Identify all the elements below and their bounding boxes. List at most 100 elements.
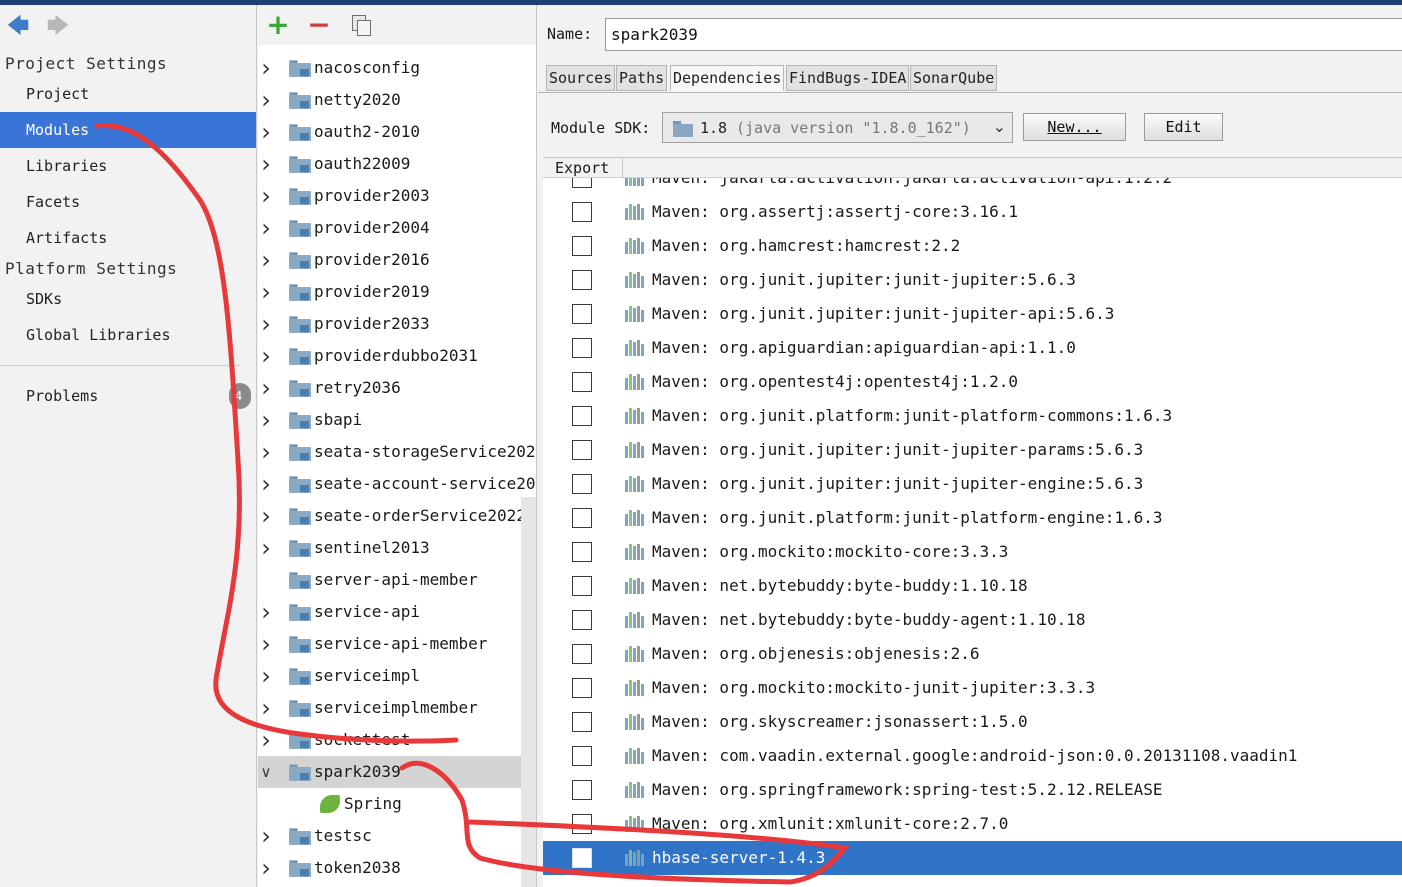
chevron-right-icon[interactable]: › [258,404,274,436]
dependency-row[interactable]: Maven: org.junit.jupiter:junit-jupiter-a… [543,297,1402,331]
tree-facet-spring[interactable]: Spring [258,788,536,820]
dependency-row[interactable]: Maven: org.mockito:mockito-core:3.3.3 [543,535,1402,569]
sidebar-item-global-libraries[interactable]: Global Libraries [0,317,256,353]
export-checkbox[interactable] [572,848,592,868]
chevron-right-icon[interactable]: › [258,532,274,564]
export-checkbox[interactable] [572,236,592,256]
tree-module-item[interactable]: › nacosconfig [258,52,536,84]
chevron-right-icon[interactable]: › [258,820,274,852]
tab-paths[interactable]: Paths [616,65,668,91]
dependency-row[interactable]: Maven: org.apiguardian:apiguardian-api:1… [543,331,1402,365]
chevron-right-icon[interactable]: › [258,692,274,724]
chevron-right-icon[interactable]: › [258,468,274,500]
chevron-right-icon[interactable]: › [258,116,274,148]
dependency-row[interactable]: Maven: org.junit.platform:junit-platform… [543,501,1402,535]
tree-module-item[interactable]: › retry2036 [258,372,536,404]
chevron-right-icon[interactable]: › [258,436,274,468]
tree-module-item[interactable]: › providerdubbo2031 [258,340,536,372]
sidebar-item-sdks[interactable]: SDKs [0,281,256,317]
export-checkbox[interactable] [572,678,592,698]
export-checkbox[interactable] [572,780,592,800]
chevron-right-icon[interactable]: › [258,276,274,308]
plus-icon[interactable]: + [265,11,291,39]
export-checkbox[interactable] [572,610,592,630]
dependency-row[interactable]: Maven: org.junit.jupiter:junit-jupiter-p… [543,433,1402,467]
tree-module-item[interactable]: › provider2003 [258,180,536,212]
chevron-right-icon[interactable]: › [258,212,274,244]
chevron-right-icon[interactable]: › [258,852,274,884]
tree-module-item[interactable]: › seate-orderService2022 [258,500,536,532]
tree-module-item[interactable]: › netty2020 [258,84,536,116]
tab-findbugs-idea[interactable]: FindBugs-IDEA [786,65,910,91]
module-name-input[interactable] [605,18,1402,51]
tree-module-item[interactable]: › token2038 [258,852,536,884]
tree-module-item[interactable]: › sentinel2013 [258,532,536,564]
module-sdk-select[interactable]: 1.8 (java version "1.8.0_162") ⌄ [662,112,1013,143]
edit-sdk-button[interactable]: Edit [1144,113,1223,141]
tree-module-item[interactable]: › service-api [258,596,536,628]
export-checkbox[interactable] [572,542,592,562]
chevron-right-icon[interactable]: › [258,84,274,116]
dependency-row[interactable]: Maven: org.mockito:mockito-junit-jupiter… [543,671,1402,705]
chevron-right-icon[interactable]: › [258,500,274,532]
export-checkbox[interactable] [572,372,592,392]
export-checkbox[interactable] [572,746,592,766]
tree-module-item[interactable]: › sockettest [258,724,536,756]
export-checkbox[interactable] [572,202,592,222]
tree-module-item[interactable]: › serviceimpl [258,660,536,692]
tree-module-item[interactable]: › provider2004 [258,212,536,244]
dependency-row[interactable]: Maven: org.junit.platform:junit-platform… [543,399,1402,433]
dependency-row[interactable]: Maven: org.assertj:assertj-core:3.16.1 [543,195,1402,229]
tab-sonarqube[interactable]: SonarQube [910,65,998,91]
export-checkbox[interactable] [572,644,592,664]
sidebar-item-problems[interactable]: Problems [0,378,256,414]
export-checkbox[interactable] [572,508,592,528]
dependency-row[interactable]: Maven: org.junit.jupiter:junit-jupiter-e… [543,467,1402,501]
chevron-right-icon[interactable]: › [258,628,274,660]
tree-module-item[interactable]: › provider2033 [258,308,536,340]
chevron-right-icon[interactable]: › [258,660,274,692]
sidebar-item-modules[interactable]: Modules [0,112,256,148]
tree-module-item[interactable]: › provider2016 [258,244,536,276]
tree-module-item[interactable]: › provider2019 [258,276,536,308]
export-checkbox[interactable] [572,440,592,460]
minus-icon[interactable]: − [306,11,332,39]
export-checkbox[interactable] [572,474,592,494]
chevron-right-icon[interactable]: › [258,340,274,372]
export-checkbox[interactable] [572,270,592,290]
export-checkbox[interactable] [572,304,592,324]
tab-dependencies[interactable]: Dependencies [670,65,785,91]
sidebar-item-libraries[interactable]: Libraries [0,148,256,184]
chevron-right-icon[interactable]: › [258,52,274,84]
export-checkbox[interactable] [572,814,592,834]
chevron-right-icon[interactable]: › [258,244,274,276]
dependency-row[interactable]: Maven: org.springframework:spring-test:5… [543,773,1402,807]
dependency-row[interactable]: Maven: org.junit.jupiter:junit-jupiter:5… [543,263,1402,297]
dependency-row[interactable]: Maven: org.skyscreamer:jsonassert:1.5.0 [543,705,1402,739]
sidebar-item-facets[interactable]: Facets [0,184,256,220]
chevron-down-icon[interactable]: ∨ [258,756,274,788]
module-tree-scrollbar[interactable] [521,497,536,887]
dependency-row[interactable]: Maven: org.xmlunit:xmlunit-core:2.7.0 [543,807,1402,841]
chevron-right-icon[interactable]: › [258,180,274,212]
dependency-row[interactable]: Maven: net.bytebuddy:byte-buddy-agent:1.… [543,603,1402,637]
tree-module-item[interactable]: › oauth22009 [258,148,536,180]
tab-sources[interactable]: Sources [546,65,616,91]
tree-module-item[interactable]: › sbapi [258,404,536,436]
tree-module-item[interactable]: › seate-account-service2024 [258,468,536,500]
tree-module-item[interactable]: › seata-storageService2023 [258,436,536,468]
tree-module-item[interactable]: server-api-member [258,564,536,596]
export-column-header[interactable]: Export [543,158,623,178]
copy-icon[interactable] [350,11,376,39]
tree-module-item[interactable]: › testsc [258,820,536,852]
dependency-row[interactable]: Maven: org.hamcrest:hamcrest:2.2 [543,229,1402,263]
sidebar-item-artifacts[interactable]: Artifacts [0,220,256,256]
chevron-right-icon[interactable]: › [258,372,274,404]
tree-module-item[interactable]: › oauth2-2010 [258,116,536,148]
dependency-row[interactable]: Maven: org.opentest4j:opentest4j:1.2.0 [543,365,1402,399]
dependency-row[interactable]: Maven: org.objenesis:objenesis:2.6 [543,637,1402,671]
export-checkbox[interactable] [572,712,592,732]
tree-module-item[interactable]: › serviceimplmember [258,692,536,724]
chevron-right-icon[interactable]: › [258,724,274,756]
tree-module-item[interactable]: ∨ spark2039 [258,756,536,788]
